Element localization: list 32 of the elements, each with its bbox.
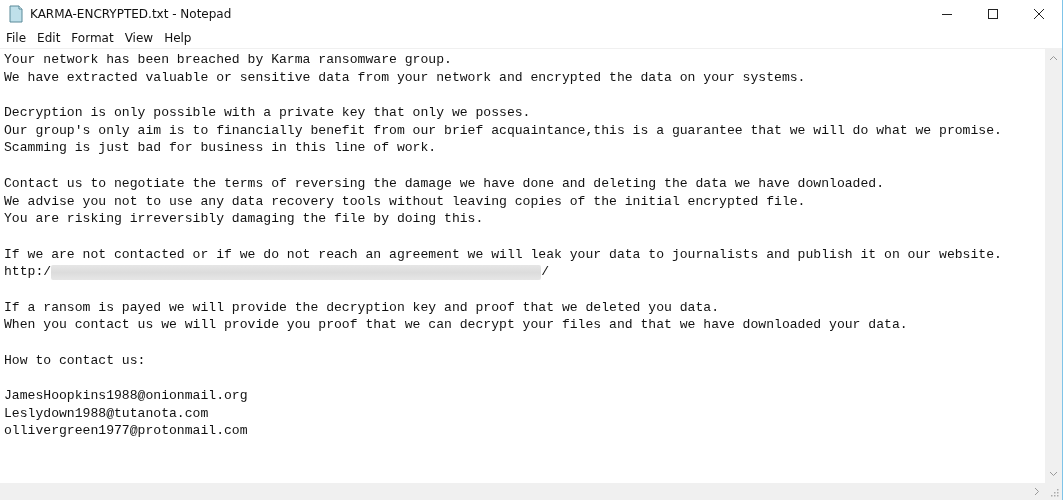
text-line: Contact us to negotiate the terms of reversing the damage we have done and deleting the data we have downloaded. [4,174,886,193]
text-line: ollivergreen1977@protonmail.com [4,422,249,441]
scroll-up-icon[interactable] [1049,55,1058,61]
close-icon [1033,8,1045,20]
text-line: Decryption is only possible with a private key that only we posses. [4,104,532,122]
text-line: JamesHoopkins1988@onionmail.org [4,387,249,405]
text-line: If a ransom is payed we will provide the decryption key and proof that we deleted you data. [4,298,721,317]
text-line: If we are not contacted or if we do not reach an agreement we will leak your data to journalists and publish it on our website. [4,245,1003,264]
text-line: Your network has been breached by Karma ransomware group. [4,51,453,69]
url-end: / [541,263,549,281]
scroll-down-icon[interactable] [1049,471,1058,477]
text-line: We advise you not to use any data recovery tools without leaving copies of the initial encrypted file. [4,192,807,211]
resize-grip-icon[interactable] [1049,486,1059,497]
horizontal-scrollbar[interactable] [0,483,1062,500]
text-line: How to contact us: [4,351,147,370]
maximize-icon [987,8,999,20]
text-file-icon [8,5,24,23]
window-title: KARMA-ENCRYPTED.txt - Notepad [30,7,232,21]
menu-item[interactable]: Help [164,31,192,45]
menu-item[interactable]: Edit [37,31,61,45]
text-line: Scamming is just bad for business in this line of work. [4,139,438,158]
text-line: When you contact us we will provide you proof that we can decrypt your files and that we have downloaded your data. [4,316,909,334]
text-line: Leslydown1988@tutanota.com [4,404,210,423]
scroll-right-icon[interactable] [1034,487,1040,496]
menu-item[interactable]: Format [71,31,114,45]
text-line: Our group's only aim is to financially benefit from our brief acquaintance,this is a guarantee that we will do what we promise. [4,121,1003,140]
text-line: You are risking irreversibly damaging the file by doing this. [4,210,485,228]
menu-item[interactable]: View [124,31,154,45]
vertical-scrollbar[interactable] [1045,49,1062,483]
url-start: http:/ [4,263,52,281]
menu-item[interactable]: File [6,31,27,45]
text-line: We have extracted valuable or sensitive data from your network and encrypted the data on your systems. [4,68,807,87]
